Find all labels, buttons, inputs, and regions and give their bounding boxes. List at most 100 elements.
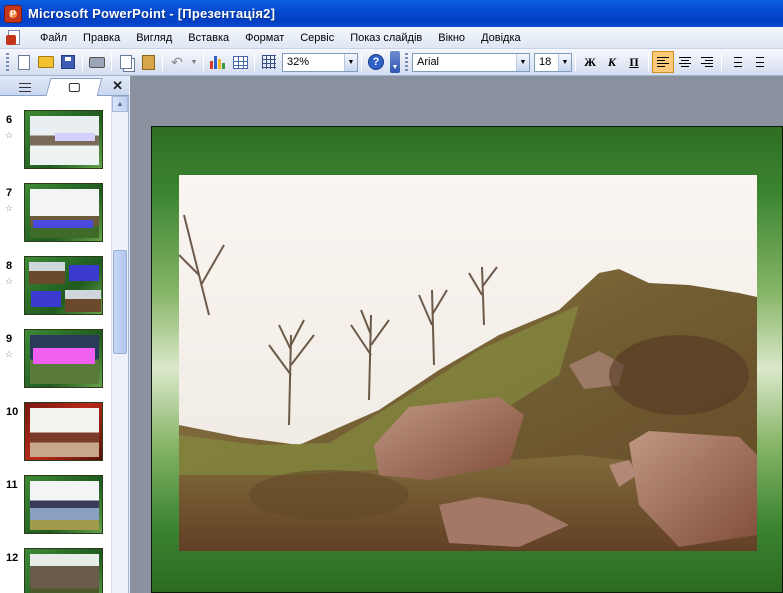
- slide-photo[interactable]: [179, 175, 757, 551]
- copy-icon: [120, 55, 132, 69]
- undo-icon: ↶: [171, 53, 183, 70]
- chart-icon: [210, 55, 226, 69]
- menu-view[interactable]: Вигляд: [128, 28, 180, 48]
- separator: [721, 53, 722, 71]
- menu-format[interactable]: Формат: [237, 28, 292, 48]
- slide-number: 9: [6, 333, 13, 345]
- toolbar-options-icon[interactable]: ▼: [390, 51, 400, 73]
- copy-button[interactable]: [115, 51, 137, 73]
- slide-number: 8: [6, 260, 13, 272]
- animation-star-icon: ☆: [5, 130, 14, 140]
- powerpoint-app-icon[interactable]: P: [4, 4, 22, 23]
- outline-icon: [19, 82, 31, 92]
- chevron-down-icon[interactable]: ▼: [558, 53, 571, 71]
- animation-star-icon: ☆: [5, 276, 14, 286]
- slide-number: 6: [6, 114, 13, 126]
- undo-button[interactable]: ↶: [166, 51, 188, 73]
- close-pane-button[interactable]: ✕: [112, 78, 123, 94]
- grid-icon: [262, 55, 276, 69]
- align-right-button[interactable]: [696, 51, 718, 73]
- hillside-landscape-image: [179, 175, 757, 551]
- pane-tabs: ✕: [0, 76, 129, 96]
- slide-thumbnail[interactable]: [24, 110, 103, 169]
- bullets-icon: [752, 57, 764, 67]
- new-button[interactable]: [13, 51, 35, 73]
- animation-star-icon: ☆: [5, 203, 14, 213]
- slide-icon: [68, 83, 80, 92]
- font-name-value: Arial: [417, 56, 440, 68]
- menu-file[interactable]: Файл: [32, 28, 75, 48]
- numbering-button[interactable]: [725, 51, 747, 73]
- bold-button[interactable]: Ж: [579, 51, 601, 73]
- separator: [575, 53, 576, 71]
- table-icon: [232, 55, 248, 69]
- separator: [648, 53, 649, 71]
- menu-window[interactable]: Вікно: [430, 28, 473, 48]
- print-button[interactable]: [86, 51, 108, 73]
- slide-number: 7: [6, 187, 13, 199]
- scrollbar-thumb[interactable]: [113, 250, 127, 354]
- slide-thumbnail-row[interactable]: 6 ☆: [0, 104, 112, 169]
- align-center-icon: [679, 57, 691, 67]
- new-icon: [18, 54, 30, 70]
- slide-thumbnail-row[interactable]: 12: [0, 542, 112, 593]
- separator: [162, 53, 163, 71]
- slides-pane-scrollbar[interactable]: ▲: [111, 96, 128, 593]
- toolbar-grip[interactable]: [6, 53, 9, 71]
- insert-chart-button[interactable]: [207, 51, 229, 73]
- animation-star-icon: ☆: [5, 349, 14, 359]
- show-grid-button[interactable]: [258, 51, 280, 73]
- bullets-button[interactable]: [747, 51, 769, 73]
- tab-slides[interactable]: [45, 78, 103, 96]
- font-size-combo[interactable]: 18 ▼: [534, 52, 572, 72]
- toolbar-grip[interactable]: [405, 53, 408, 71]
- font-name-combo[interactable]: Arial ▼: [412, 52, 530, 72]
- paste-button[interactable]: [137, 51, 159, 73]
- slide-thumbnail[interactable]: [24, 256, 103, 315]
- align-left-button[interactable]: [652, 51, 674, 73]
- document-menu-icon[interactable]: [6, 29, 24, 47]
- underline-button[interactable]: П: [623, 51, 645, 73]
- menu-bar: Файл Правка Вигляд Вставка Формат Сервіс…: [0, 27, 783, 49]
- slide-thumbnail-row[interactable]: 9 ☆: [0, 323, 112, 388]
- align-center-button[interactable]: [674, 51, 696, 73]
- open-button[interactable]: [35, 51, 57, 73]
- slide-thumbnail[interactable]: [24, 402, 103, 461]
- print-icon: [89, 56, 105, 68]
- separator: [254, 53, 255, 71]
- slide-thumbnail-row[interactable]: 8 ☆: [0, 250, 112, 315]
- save-button[interactable]: [57, 51, 79, 73]
- slide-thumbnail-row[interactable]: 7 ☆: [0, 177, 112, 242]
- menu-edit[interactable]: Правка: [75, 28, 128, 48]
- italic-button[interactable]: К: [601, 51, 623, 73]
- scroll-up-icon[interactable]: ▲: [112, 96, 128, 112]
- slide-thumbnail[interactable]: [24, 329, 103, 388]
- window-title: Microsoft PowerPoint - [Презентація2]: [28, 6, 276, 21]
- font-size-value: 18: [539, 56, 552, 68]
- insert-table-button[interactable]: [229, 51, 251, 73]
- help-button[interactable]: ?: [365, 51, 387, 73]
- menu-help[interactable]: Довідка: [473, 28, 529, 48]
- menu-tools[interactable]: Сервіс: [292, 28, 342, 48]
- separator: [203, 53, 204, 71]
- slide-editing-area: [130, 76, 783, 593]
- tab-outline[interactable]: [2, 78, 48, 96]
- align-left-icon: [657, 57, 669, 67]
- slide-thumbnail-row[interactable]: 10: [0, 396, 112, 461]
- slide-thumbnail-row[interactable]: 11: [0, 469, 112, 534]
- undo-dropdown[interactable]: ▼: [188, 51, 200, 73]
- slide-thumbnail[interactable]: [24, 183, 103, 242]
- slide-thumbnail[interactable]: [24, 475, 103, 534]
- save-icon: [61, 55, 75, 69]
- menu-slide-show[interactable]: Показ слайдів: [342, 28, 430, 48]
- separator: [361, 53, 362, 71]
- slide-number: 12: [6, 552, 19, 564]
- chevron-down-icon[interactable]: ▼: [344, 53, 357, 71]
- paste-icon: [141, 54, 155, 70]
- zoom-combo[interactable]: 32% ▼: [282, 52, 358, 72]
- slide-thumbnail[interactable]: [24, 548, 103, 593]
- menu-insert[interactable]: Вставка: [180, 28, 237, 48]
- current-slide[interactable]: [151, 126, 783, 593]
- chevron-down-icon[interactable]: ▼: [516, 53, 529, 71]
- slide-thumbnails: 6 ☆ 7 ☆ 8 ☆ 9 ☆ 10 11 12: [0, 96, 112, 593]
